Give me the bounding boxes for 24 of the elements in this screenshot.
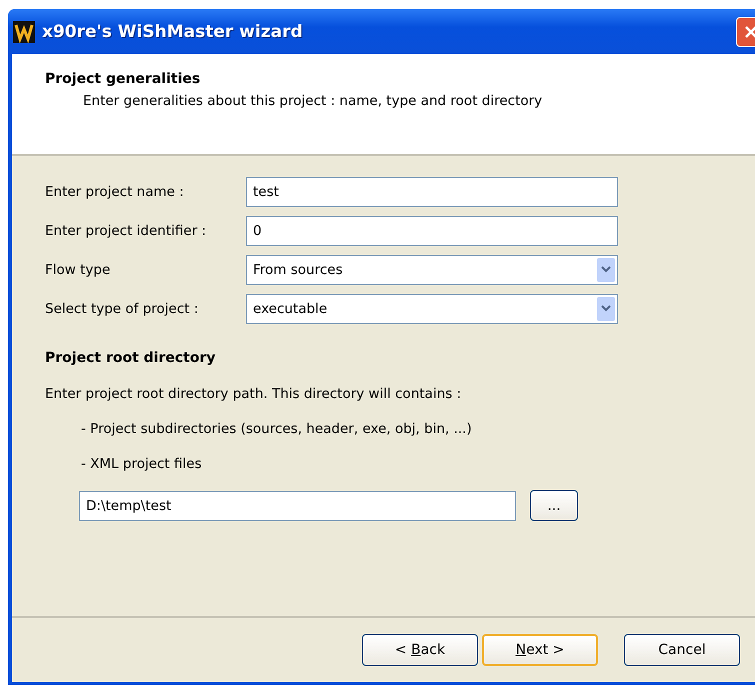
header-subtitle: Enter generalities about this project : name, type and root directory	[83, 93, 544, 109]
field-label: Flow type	[45, 262, 112, 278]
section-title: Project root directory	[45, 350, 217, 366]
field-label: Enter project identifier :	[45, 222, 208, 238]
browse-button[interactable]: ...	[530, 490, 578, 521]
wizard-button[interactable]: < Back	[362, 634, 478, 666]
input-field[interactable]: test	[246, 176, 618, 206]
input-field[interactable]: 0	[246, 216, 618, 246]
wizard-button[interactable]: Cancel	[624, 634, 740, 666]
field-label: Enter project name :	[45, 184, 185, 200]
wizard-button[interactable]: Next >	[482, 634, 598, 666]
header-title: Project generalities	[45, 71, 202, 87]
chevron-down-icon	[601, 266, 611, 273]
section-text: Enter project root directory path. This directory will contains :	[45, 386, 462, 402]
path-field[interactable]: D:\temp\test	[79, 490, 516, 520]
dropdown[interactable]: executable	[246, 294, 618, 324]
list-item: - Project subdirectories (sources, header, exe, obj, bin, ...)	[81, 421, 473, 437]
window-title: x90re's WiShMaster wizard	[42, 22, 304, 42]
dropdown[interactable]: From sources	[246, 254, 618, 284]
list-item: - XML project files	[81, 456, 203, 472]
close-icon	[744, 24, 755, 38]
field-label: Select type of project :	[45, 300, 200, 316]
logo-icon	[13, 20, 35, 42]
chevron-down-icon	[601, 305, 611, 312]
